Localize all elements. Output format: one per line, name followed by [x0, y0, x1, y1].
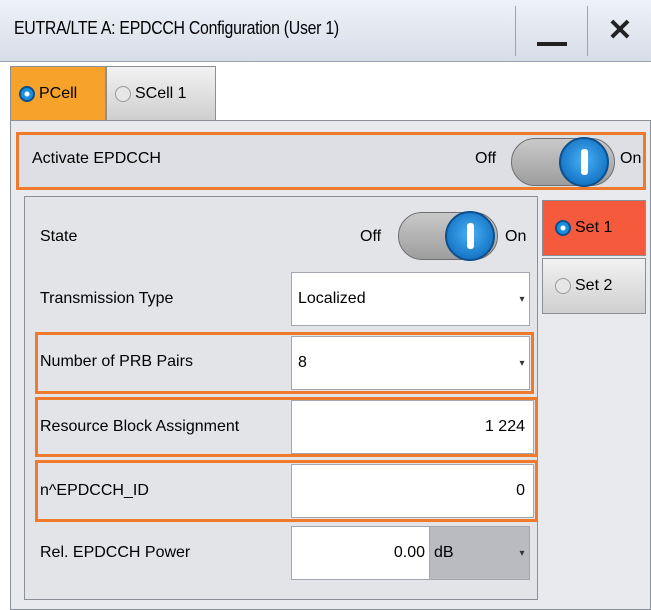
rb-assignment-value: 1 224 [484, 418, 525, 435]
radio-on-icon [19, 85, 35, 102]
set-selector-column [538, 196, 646, 600]
transmission-type-select[interactable]: Localized ▾ [291, 272, 530, 326]
state-off-label: Off [360, 228, 382, 245]
rb-assignment-field[interactable]: 1 224 [291, 400, 534, 454]
prb-pairs-select[interactable]: 8 ▾ [291, 336, 530, 390]
dropdown-arrow-icon: ▾ [519, 293, 525, 305]
power-field[interactable]: 0.00 [291, 526, 430, 580]
set-label: Set 1 [575, 219, 613, 236]
title-separator [587, 6, 588, 56]
dropdown-arrow-icon: ▾ [519, 357, 525, 369]
window-title: EUTRA/LTE A: EPDCCH Configuration (User … [14, 18, 339, 38]
tab-label: SCell 1 [135, 84, 187, 102]
activate-on-label: On [620, 150, 642, 167]
transmission-type-value: Localized [298, 290, 366, 307]
toggle-knob-icon[interactable] [559, 137, 609, 187]
epdcch-id-value: 0 [516, 482, 525, 499]
activate-epdcch-label: Activate EPDCCH [32, 150, 161, 167]
activate-off-label: Off [475, 150, 497, 167]
toggle-knob-icon[interactable] [445, 211, 495, 261]
power-label: Rel. EPDCCH Power [40, 544, 191, 561]
power-unit: dB [434, 544, 454, 561]
tab-scell-1[interactable]: SCell 1 [106, 66, 216, 120]
tab-pcell[interactable]: PCell [10, 66, 106, 120]
title-separator [515, 6, 516, 56]
close-icon: ✕ [607, 14, 633, 47]
radio-off-icon [115, 85, 131, 102]
close-button[interactable]: ✕ [590, 6, 650, 56]
state-label: State [40, 228, 78, 245]
dropdown-arrow-icon: ▾ [519, 547, 525, 559]
radio-on-icon [555, 220, 571, 236]
transmission-type-label: Transmission Type [40, 290, 174, 307]
power-value: 0.00 [393, 544, 425, 561]
prb-pairs-value: 8 [298, 354, 307, 371]
tab-label: PCell [39, 84, 78, 102]
state-on-label: On [505, 228, 527, 245]
prb-pairs-label: Number of PRB Pairs [40, 353, 193, 370]
epdcch-id-label: n^EPDCCH_ID [40, 482, 149, 499]
minimize-button[interactable] [518, 6, 586, 56]
set-label: Set 2 [575, 277, 613, 294]
minimize-icon [537, 42, 567, 46]
set-1-button[interactable]: Set 1 [542, 200, 646, 256]
set-2-button[interactable]: Set 2 [542, 258, 646, 314]
rb-assignment-label: Resource Block Assignment [40, 418, 240, 435]
epdcch-id-field[interactable]: 0 [291, 464, 534, 518]
power-unit-select[interactable]: dB ▾ [429, 526, 530, 580]
radio-off-icon [555, 278, 571, 294]
